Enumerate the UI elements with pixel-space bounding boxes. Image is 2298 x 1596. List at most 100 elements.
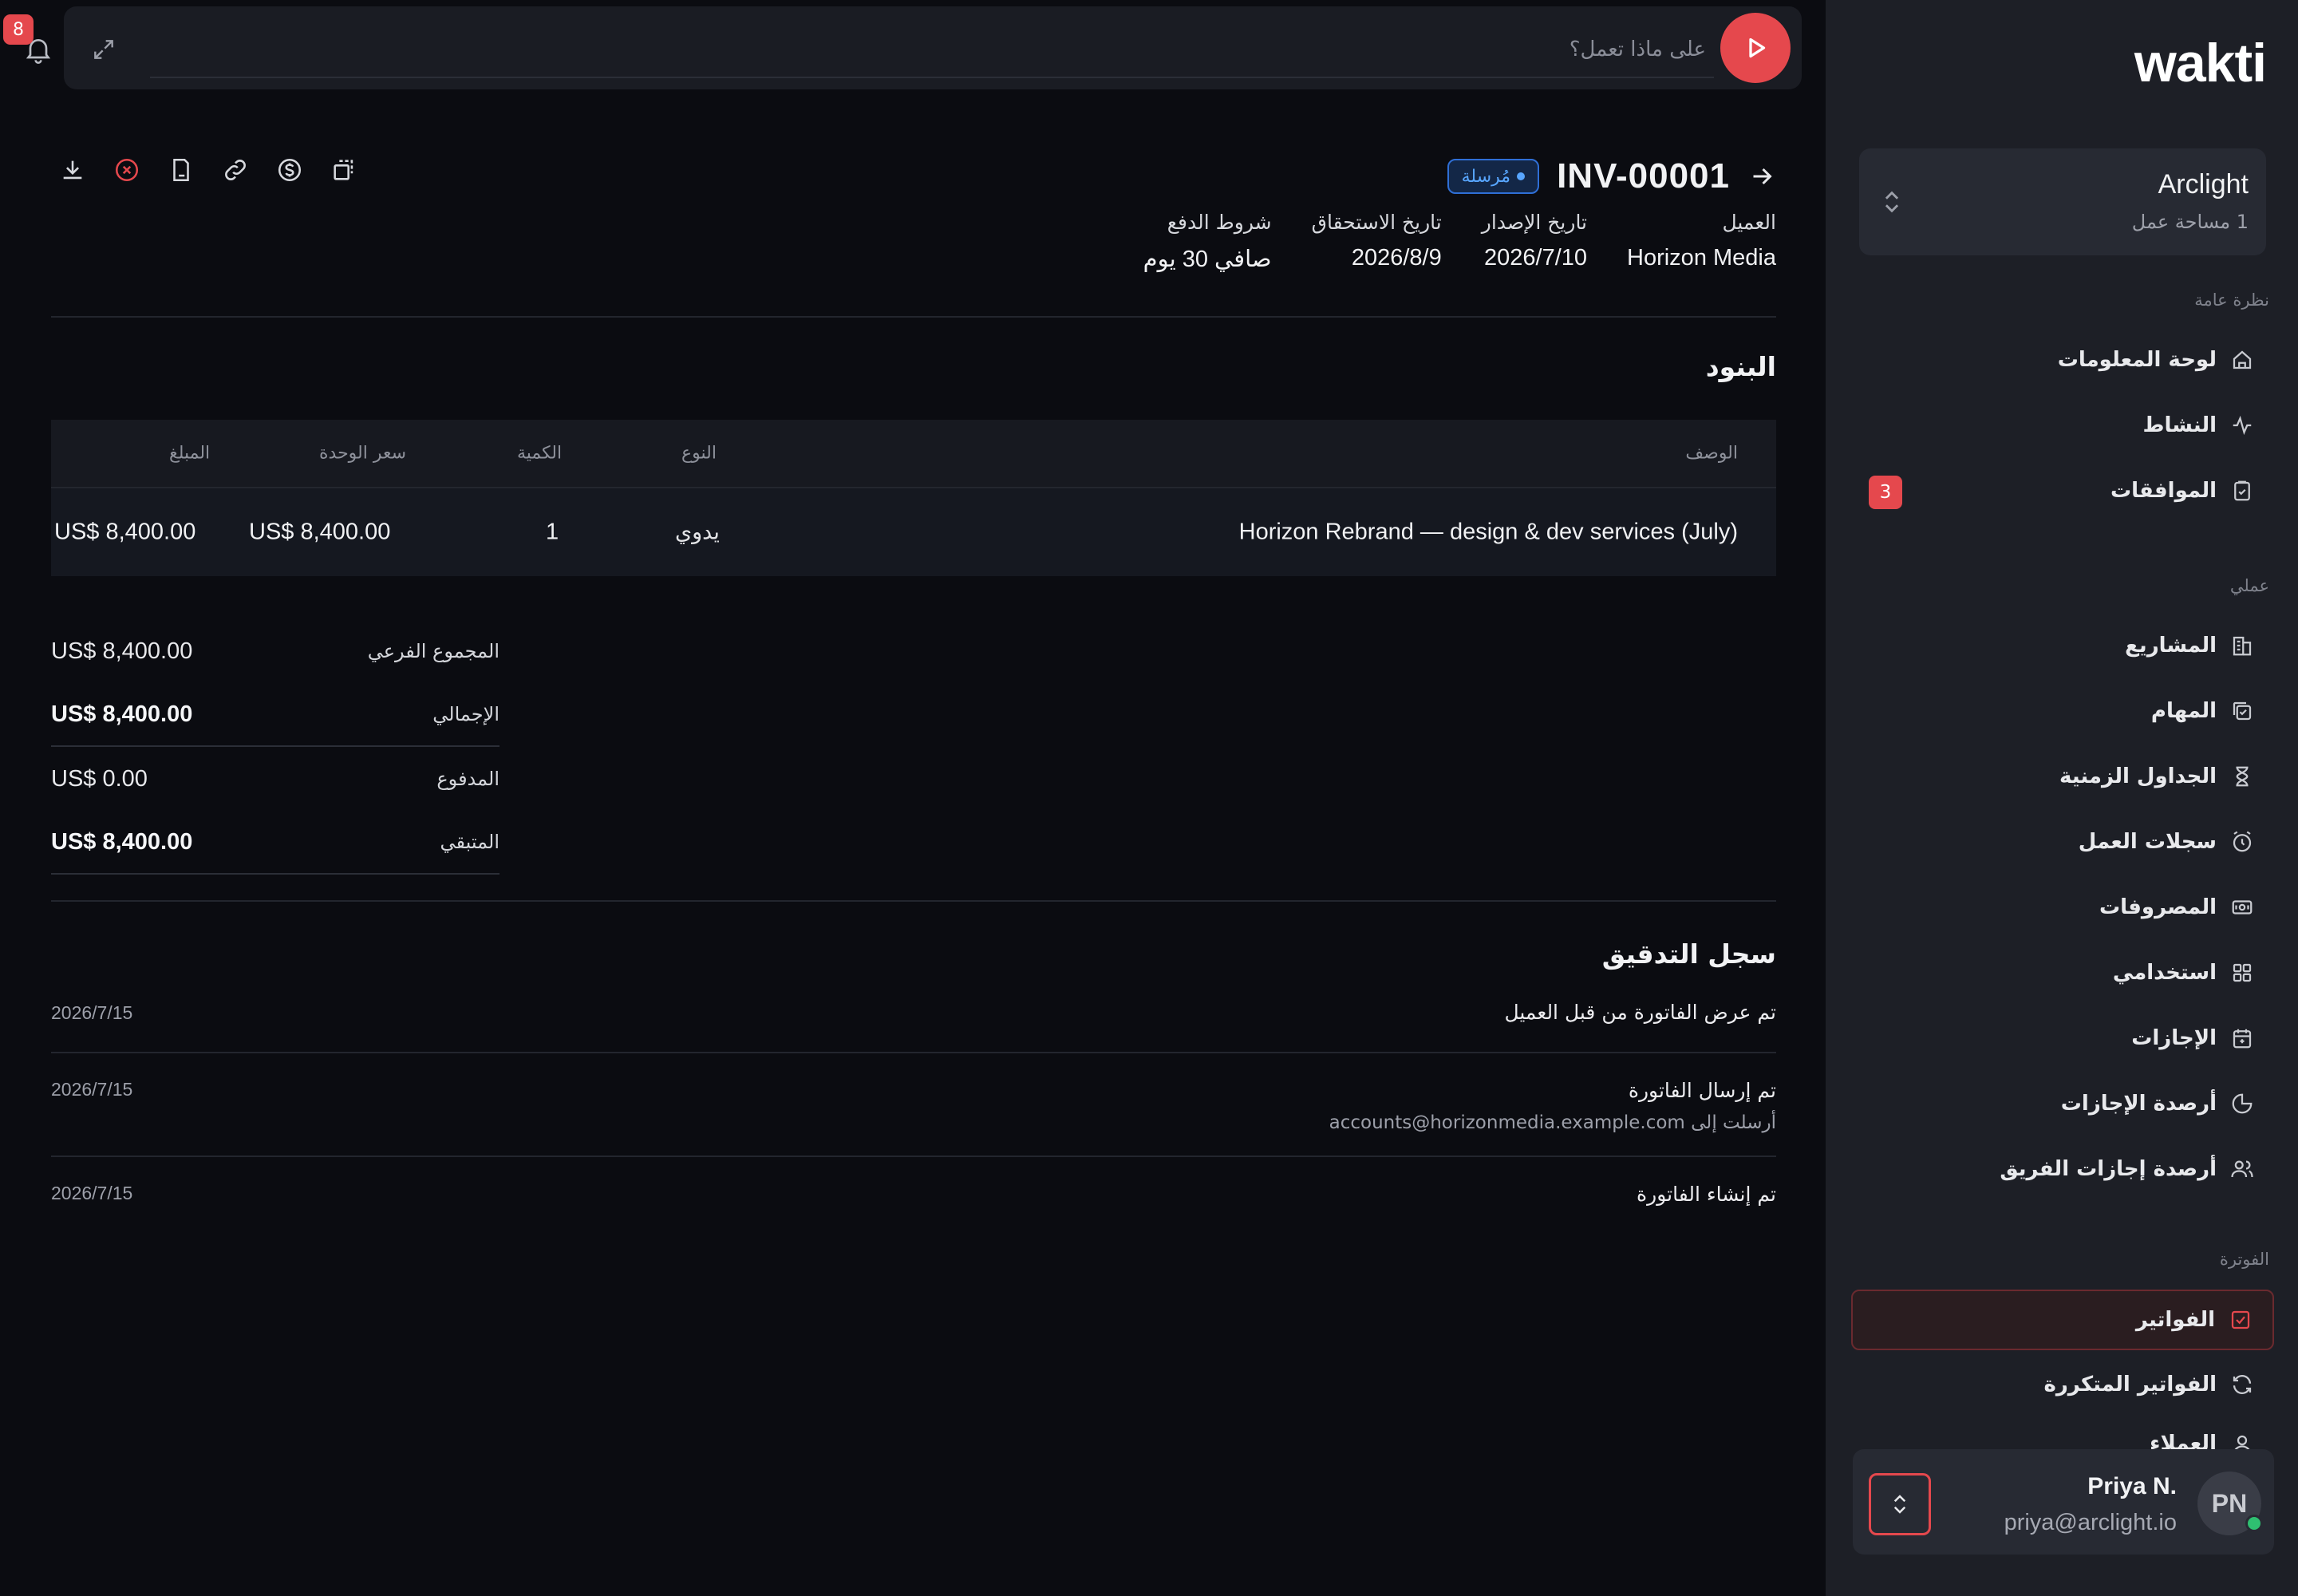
users-icon [2229,1156,2255,1182]
nav-section-overview: نظرة عامة [2194,290,2269,310]
home-icon [2229,347,2255,373]
activity-icon [2229,413,2255,438]
sidebar-item-label: الموافقات [2110,479,2217,503]
building-icon [2229,633,2255,658]
audit-event-title: تم إنشاء الفاتورة [1637,1183,1776,1206]
sidebar-item-label: الجداول الزمنية [2059,764,2217,788]
record-payment-button[interactable] [276,156,303,184]
sidebar-item-label: المصروفات [2099,895,2217,919]
user-menu[interactable]: PN Priya N. priya@arclight.io [1853,1449,2274,1555]
sidebar-item-approvals[interactable]: 3 الموافقات [1851,463,2274,519]
approvals-count-badge: 3 [1869,476,1902,509]
document-icon [173,158,189,182]
banknote-icon [2229,895,2255,920]
meta-value: Horizon Media [1627,245,1776,271]
audit-event-date: 2026/7/15 [51,1183,133,1203]
meta-value: 2026/7/10 [1484,245,1588,271]
sidebar-item-label: الفواتير المتكررة [2043,1373,2217,1396]
audit-log: تم عرض الفاتورة من قبل العميل 2026/7/15 … [51,980,1776,1231]
totals-panel: US$ 8,400.00 المجموع الفرعي US$ 8,400.00… [51,619,499,875]
command-bar [64,6,1802,89]
total-row: US$ 8,400.00 الإجمالي [51,683,499,747]
meta-label: تاريخ الإصدار [1481,211,1588,234]
meta-issue-date: تاريخ الإصدار 2026/7/10 [1482,211,1587,273]
meta-label: شروط الدفع [1167,211,1272,234]
paid-row: US$ 0.00 المدفوع [51,747,499,811]
workspace-switcher[interactable]: Arclight 1 مساحة عمل [1859,148,2266,255]
sidebar-item-dashboard[interactable]: لوحة المعلومات [1851,332,2274,388]
chevron-up-down-icon [1893,1495,1906,1514]
back-arrow-icon[interactable] [1747,162,1776,191]
online-status-dot [2245,1515,2263,1532]
clipboard-check-icon [2229,478,2255,504]
send-button[interactable] [1720,13,1791,83]
items-title: البنود [1705,351,1776,382]
audit-event-date: 2026/7/15 [51,1079,133,1100]
total-value: US$ 8,400.00 [51,701,193,727]
copy-link-button[interactable] [222,156,249,184]
meta-value: 2026/8/9 [1351,245,1442,271]
sidebar-item-label: سجلات العمل [2078,830,2217,854]
dollar-circle-icon [278,158,302,182]
nav-section-work: عملي [2229,576,2269,595]
item-amount: US$ 8,400.00 [54,519,196,545]
sidebar-item-leave-balances[interactable]: أرصدة الإجازات [1851,1076,2274,1132]
status-dot [1517,172,1526,180]
col-type: النوع [681,443,717,464]
download-button[interactable] [59,156,86,184]
sidebar-item-invoices[interactable]: الفواتير [1851,1290,2274,1350]
sidebar-item-label: النشاط [2142,413,2217,437]
balance-row: US$ 8,400.00 المتبقي [51,811,499,875]
subtotal-row: US$ 8,400.00 المجموع الفرعي [51,619,499,683]
table-row[interactable]: Horizon Rebrand — design & dev services … [51,488,1776,576]
meta-label: العميل [1722,211,1776,234]
credit-note-button[interactable] [168,156,195,184]
user-menu-toggle[interactable] [1869,1473,1931,1535]
copy-icon [334,160,353,180]
sidebar-item-label: لوحة المعلومات [2057,348,2217,372]
col-description: الوصف [1685,443,1738,464]
sidebar-item-label: أرصدة إجازات الفريق [2000,1157,2217,1181]
sidebar-item-leaves[interactable]: الإجازات [1851,1010,2274,1066]
balance-value: US$ 8,400.00 [51,828,193,855]
sidebar-item-activity[interactable]: النشاط [1851,397,2274,453]
sidebar-item-team-leave-balances[interactable]: أرصدة إجازات الفريق [1851,1141,2274,1197]
wakti-logo[interactable]: wakti [2134,32,2267,94]
sidebar-item-my-usage[interactable]: استخدامي [1851,945,2274,1001]
sidebar-item-label: الفواتير [2135,1308,2215,1332]
command-input[interactable] [150,22,1714,78]
sidebar: wakti Arclight 1 مساحة عمل نظرة عامة لوح… [1826,0,2298,1596]
invoice-actions [59,156,357,184]
col-quantity: الكمية [517,443,563,464]
sidebar-item-label: أرصدة الإجازات [2060,1092,2217,1116]
item-unit-price: US$ 8,400.00 [249,519,391,545]
sidebar-item-label: استخدامي [2112,961,2217,985]
play-icon [1749,38,1766,58]
meta-due-date: تاريخ الاستحقاق 2026/8/9 [1312,211,1442,273]
void-button[interactable] [113,156,140,184]
audit-event-detail: أرسلت إلى accounts@horizonmedia.example.… [1329,1112,1776,1133]
total-label: الإجمالي [432,703,499,725]
sidebar-item-recurring-invoices[interactable]: الفواتير المتكررة [1851,1357,2274,1412]
sidebar-item-expenses[interactable]: المصروفات [1851,879,2274,935]
expand-icon[interactable] [91,37,116,62]
invoice-header: INV-00001 مُرسلة [1447,150,1776,203]
sidebar-item-clients[interactable]: العملاء [1851,1422,2274,1449]
invoice-check-icon [2228,1307,2253,1333]
sidebar-item-work-logs[interactable]: سجلات العمل [1851,814,2274,870]
sidebar-item-label: العملاء [2150,1432,2217,1449]
sidebar-item-tasks[interactable]: المهام [1851,683,2274,739]
list-item: تم إرسال الفاتورة أرسلت إلى accounts@hor… [51,1053,1776,1157]
link-icon [225,160,246,180]
sidebar-item-timesheets[interactable]: الجداول الزمنية [1851,749,2274,804]
duplicate-button[interactable] [330,156,357,184]
tasks-icon [2229,698,2255,724]
sidebar-item-projects[interactable]: المشاريع [1851,618,2274,674]
paid-value: US$ 0.00 [51,765,148,792]
audit-title: سجل التدقيق [1601,938,1776,970]
workspace-count: 1 مساحة عمل [2131,211,2249,233]
meta-label: تاريخ الاستحقاق [1311,211,1442,234]
user-email: priya@arclight.io [2004,1510,2177,1535]
notification-count-badge: 8 [3,14,34,45]
x-circle-icon [115,158,139,182]
